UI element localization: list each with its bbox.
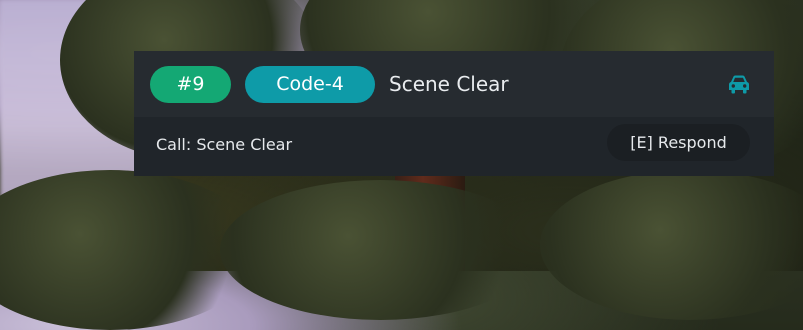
- foliage: [540, 170, 803, 320]
- call-id-badge: #9: [150, 66, 231, 103]
- call-code-badge: Code-4: [245, 66, 375, 103]
- respond-button[interactable]: [E] Respond: [607, 124, 750, 161]
- car-icon: [729, 75, 749, 94]
- call-description: Call: Scene Clear: [156, 135, 293, 154]
- notification-title: Scene Clear: [389, 72, 509, 96]
- dispatch-notification: #9 Code-4 Scene Clear Call: Scene Clear …: [134, 51, 774, 176]
- foliage: [220, 180, 540, 320]
